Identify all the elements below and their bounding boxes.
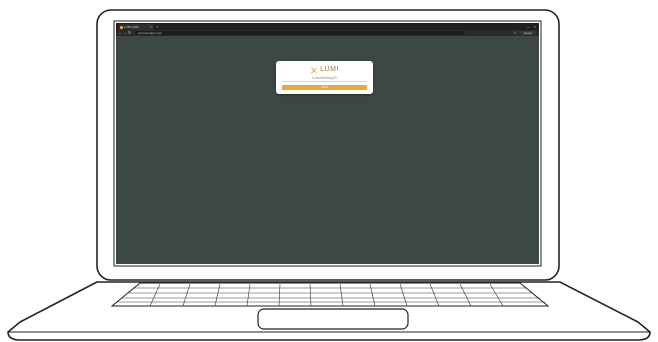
brand-text: LUMI bbox=[320, 66, 339, 73]
laptop-screen: LUMI AGM × + – × ← → ↻ web.lumiagm.com ☆… bbox=[116, 23, 539, 264]
back-icon[interactable]: ← bbox=[118, 30, 122, 36]
new-tab-button[interactable]: + bbox=[156, 24, 158, 29]
login-card: LUMI Lumi Meeting ID JOIN bbox=[276, 61, 373, 94]
reload-icon[interactable]: ↻ bbox=[128, 30, 131, 36]
close-window-button[interactable]: × bbox=[534, 24, 536, 29]
laptop-base bbox=[7, 281, 651, 341]
meeting-id-label: Lumi Meeting ID bbox=[312, 76, 337, 80]
lumi-logo-icon bbox=[310, 67, 317, 73]
browser-tab-bar: LUMI AGM × + – × bbox=[116, 23, 539, 30]
lumi-favicon-icon bbox=[120, 25, 123, 29]
profile-button[interactable]: Guest bbox=[520, 31, 536, 35]
bookmark-star-icon[interactable]: ☆ bbox=[513, 30, 517, 36]
browser-address-bar: ← → ↻ web.lumiagm.com ☆ Guest bbox=[116, 30, 539, 36]
minimize-button[interactable]: – bbox=[527, 24, 529, 29]
url-field[interactable]: web.lumiagm.com bbox=[135, 31, 465, 35]
join-button[interactable]: JOIN bbox=[282, 85, 367, 90]
forward-icon[interactable]: → bbox=[123, 30, 127, 36]
tab-title: LUMI AGM bbox=[124, 24, 139, 29]
tab-close-icon[interactable]: × bbox=[150, 25, 154, 29]
meeting-id-input[interactable] bbox=[282, 81, 367, 82]
lumi-logo: LUMI bbox=[276, 66, 373, 74]
